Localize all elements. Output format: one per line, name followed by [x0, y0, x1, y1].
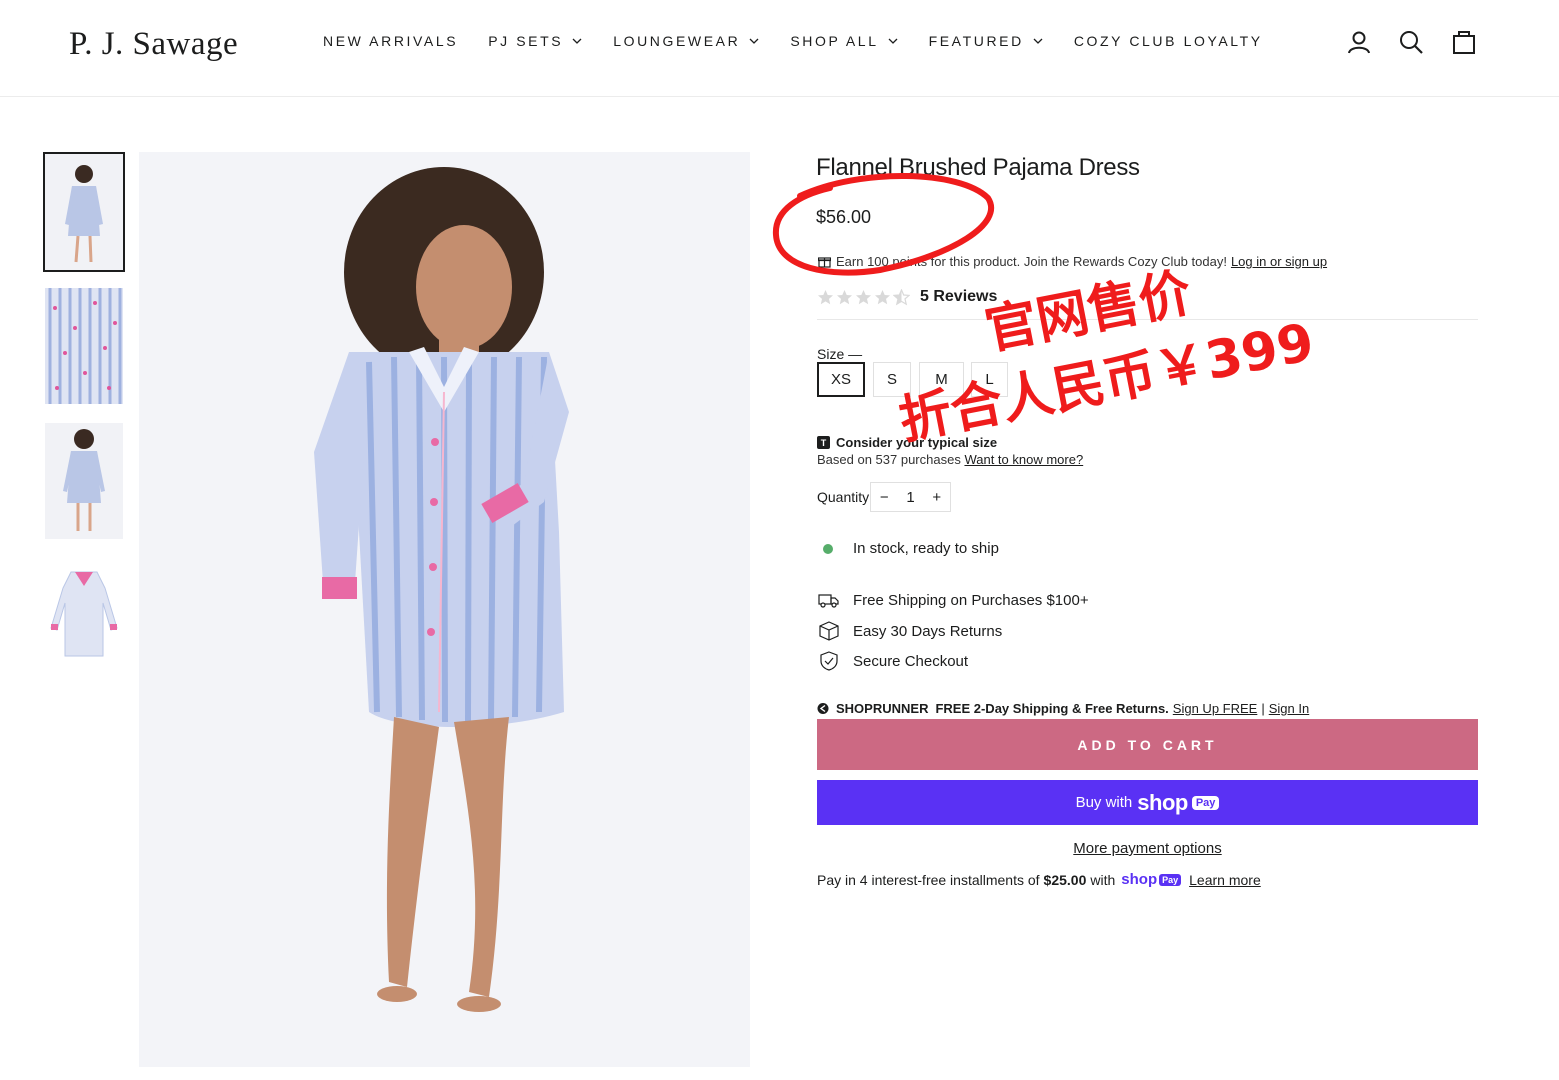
- perk-text: Free Shipping on Purchases $100+: [853, 591, 1089, 609]
- perk-text: Easy 30 Days Returns: [853, 622, 1003, 640]
- quantity-increase-button[interactable]: +: [932, 489, 941, 506]
- shoprunner-separator: |: [1261, 701, 1265, 716]
- package-icon: [819, 621, 839, 641]
- nav-pj-sets[interactable]: PJ SETS: [488, 33, 583, 49]
- nav-label: PJ SETS: [488, 33, 564, 49]
- shop-logo: shop: [1137, 789, 1188, 815]
- shoprunner-icon: [817, 703, 829, 714]
- nav-featured[interactable]: FEATURED: [929, 33, 1044, 49]
- chevron-down-icon: [1033, 38, 1043, 44]
- perk-returns: Easy 30 Days Returns: [818, 620, 1002, 642]
- installments-text: Pay in 4 interest-free installments of: [817, 871, 1040, 888]
- product-thumbnail-image: [45, 288, 123, 404]
- nav-label: SHOP ALL: [790, 33, 879, 49]
- nav-label: NEW ARRIVALS: [323, 33, 459, 49]
- chevron-down-icon: [888, 38, 898, 44]
- perk-free-shipping: Free Shipping on Purchases $100+: [818, 589, 1089, 611]
- nav-label: COZY CLUB LOYALTY: [1073, 33, 1263, 49]
- quantity-label: Quantity: [817, 489, 870, 505]
- fit-learn-more-link[interactable]: Want to know more?: [964, 452, 1083, 467]
- product-thumbnail-image: [45, 558, 123, 674]
- star-icon: [856, 289, 871, 304]
- main-nav: NEW ARRIVALS PJ SETS LOUNGEWEAR SHOP ALL…: [323, 33, 1293, 49]
- product-thumbnail-image: [45, 423, 123, 539]
- star-icon: [837, 289, 852, 304]
- size-label: Size —: [817, 346, 863, 362]
- shield-check-icon: [820, 651, 838, 671]
- nav-label: FEATURED: [928, 33, 1024, 49]
- installments-info: Pay in 4 interest-free installments of $…: [817, 871, 1261, 888]
- product-title: Flannel Brushed Pajama Dress: [816, 154, 1140, 181]
- product-main-image[interactable]: [139, 152, 750, 1067]
- nav-cozy-club-loyalty[interactable]: COZY CLUB LOYALTY: [1074, 33, 1263, 49]
- shoprunner-banner: SHOPRUNNER FREE 2-Day Shipping & Free Re…: [817, 701, 1309, 716]
- shoprunner-signin-link[interactable]: Sign In: [1269, 701, 1309, 716]
- nav-new-arrivals[interactable]: NEW ARRIVALS: [323, 33, 458, 49]
- shoprunner-signup-link[interactable]: Sign Up FREE: [1173, 701, 1258, 716]
- stock-text: In stock, ready to ship: [853, 540, 999, 557]
- nav-label: LOUNGEWEAR: [613, 33, 741, 49]
- rewards-login-link[interactable]: Log in or sign up: [1231, 254, 1327, 269]
- nav-loungewear[interactable]: LOUNGEWEAR: [613, 33, 760, 49]
- perk-text: Secure Checkout: [853, 652, 969, 670]
- brand-logo[interactable]: P. J. Sawage: [69, 26, 238, 63]
- account-icon[interactable]: [1346, 29, 1372, 55]
- shoprunner-offer: FREE 2-Day Shipping & Free Returns.: [935, 701, 1169, 716]
- chevron-down-icon: [749, 38, 759, 44]
- site-header: P. J. Sawage NEW ARRIVALS PJ SETS LOUNGE…: [0, 0, 1559, 97]
- product-thumbnail-image: [45, 154, 123, 270]
- more-payment-options-link[interactable]: More payment options: [817, 840, 1478, 857]
- installments-with: with: [1090, 871, 1116, 888]
- thumbnail-front-view[interactable]: [43, 152, 125, 272]
- learn-more-link[interactable]: Learn more: [1189, 872, 1261, 888]
- truefit-icon: T: [817, 436, 830, 449]
- in-stock-dot-icon: [823, 543, 833, 554]
- star-icon: [818, 289, 833, 304]
- size-option-xs[interactable]: XS: [817, 362, 865, 397]
- chevron-down-icon: [572, 38, 582, 44]
- quantity-input[interactable]: 1: [906, 489, 914, 506]
- cart-icon[interactable]: [1451, 29, 1477, 55]
- buy-with-shop-pay-button[interactable]: Buy with shop Pay: [817, 780, 1478, 825]
- shop-pay-logo: shop: [1121, 871, 1158, 888]
- fit-subtitle: Based on 537 purchases Want to know more…: [817, 452, 1083, 467]
- shop-pay-badge: Pay: [1159, 873, 1182, 886]
- perk-secure-checkout: Secure Checkout: [818, 650, 968, 672]
- thumbnail-flat-lay[interactable]: [45, 558, 123, 674]
- fit-sub-text: Based on 537 purchases: [817, 452, 961, 467]
- size-label-text: Size: [817, 346, 845, 362]
- shoprunner-brand: SHOPRUNNER: [836, 701, 929, 716]
- pay-badge: Pay: [1191, 795, 1220, 810]
- stock-status: In stock, ready to ship: [823, 540, 999, 557]
- gift-icon: [818, 257, 831, 268]
- add-to-cart-button[interactable]: ADD TO CART: [817, 719, 1478, 770]
- installment-amount: $25.00: [1043, 871, 1087, 888]
- thumbnail-back-view[interactable]: [45, 423, 123, 539]
- search-icon[interactable]: [1398, 29, 1424, 55]
- quantity-decrease-button[interactable]: −: [880, 489, 889, 506]
- thumbnail-fabric-detail[interactable]: [45, 288, 123, 404]
- model-photo: [139, 152, 750, 1067]
- nav-shop-all[interactable]: SHOP ALL: [790, 33, 898, 49]
- half-star-icon: [893, 288, 910, 305]
- star-icon: [875, 289, 890, 304]
- product-rating[interactable]: 5 Reviews: [817, 288, 997, 306]
- quantity-stepper: − 1 +: [870, 482, 951, 512]
- product-price: $56.00: [816, 207, 872, 227]
- buy-with-label: Buy with: [1075, 794, 1133, 811]
- truck-icon: [818, 594, 839, 608]
- rewards-banner: Earn 100 points for this product. Join t…: [818, 254, 1327, 269]
